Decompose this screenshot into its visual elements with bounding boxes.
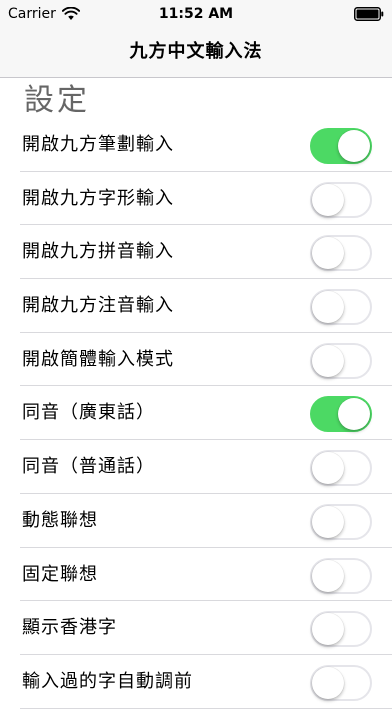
toggle-knob xyxy=(312,666,344,699)
toggle-switch[interactable] xyxy=(310,611,372,648)
toggle-switch[interactable] xyxy=(310,450,372,487)
toggle-switch[interactable] xyxy=(310,128,372,164)
toggle-switch[interactable] xyxy=(310,664,372,701)
settings-row-label: 輸入過的字自動調前 xyxy=(22,670,193,692)
page-title: 九方中文輸入法 xyxy=(129,41,263,62)
settings-row: 開啟九方拼音輸入 xyxy=(0,225,392,279)
toggle-knob xyxy=(312,613,344,646)
battery-icon xyxy=(354,7,384,21)
settings-row-label: 動態聯想 xyxy=(22,509,98,531)
toggle-switch[interactable] xyxy=(310,557,372,594)
settings-row-label: 開啟九方注音輸入 xyxy=(22,295,174,317)
toggle-switch[interactable] xyxy=(310,503,372,540)
settings-row: 固定聯想 xyxy=(0,548,392,602)
toggle-knob xyxy=(312,344,344,377)
settings-row: 開啟九方注音輸入 xyxy=(0,279,392,333)
toggle-switch[interactable] xyxy=(310,289,372,326)
toggle-knob xyxy=(338,130,370,162)
status-bar: Carrier 11:52 AM xyxy=(0,0,392,28)
settings-row: 動態聯想 xyxy=(0,494,392,548)
settings-row: 同音（廣東話） xyxy=(0,386,392,440)
section-title: 設定 xyxy=(24,83,90,118)
settings-row: 開啟九方筆劃輸入 xyxy=(0,118,392,172)
toggle-switch[interactable] xyxy=(310,235,372,272)
settings-row: 輸入過的字自動調前 xyxy=(0,655,392,709)
settings-row: 開啟九方字形輸入 xyxy=(0,172,392,226)
toggle-switch[interactable] xyxy=(310,181,372,218)
toggle-knob xyxy=(312,559,344,592)
settings-row-label: 同音（普通話） xyxy=(22,456,155,478)
toggle-knob xyxy=(312,291,344,324)
status-time: 11:52 AM xyxy=(158,6,234,22)
settings-row-label: 固定聯想 xyxy=(22,563,98,585)
settings-rows: 開啟九方筆劃輸入 開啟九方字形輸入 開啟九方拼音輸入 開啟九方注音輸入 開啟簡體輸入模式… xyxy=(0,118,392,709)
settings-list: 設定 開啟九方筆劃輸入 開啟九方字形輸入 開啟九方拼音輸入 開啟九方注音輸入 開啟簡體輸… xyxy=(0,78,392,709)
toggle-knob xyxy=(312,452,344,485)
toggle-switch[interactable] xyxy=(310,396,372,433)
toggle-switch[interactable] xyxy=(310,342,372,379)
settings-row-label: 同音（廣東話） xyxy=(22,402,155,424)
settings-row-label: 開啟簡體輸入模式 xyxy=(22,348,174,370)
toggle-knob xyxy=(312,237,344,270)
toggle-knob xyxy=(338,398,370,431)
settings-row: 顯示香港字 xyxy=(0,601,392,655)
toggle-knob xyxy=(312,505,344,538)
settings-row-label: 顯示香港字 xyxy=(22,617,117,639)
settings-row: 開啟簡體輸入模式 xyxy=(0,333,392,387)
settings-row-label: 開啟九方拼音輸入 xyxy=(22,241,174,263)
settings-row: 同音（普通話） xyxy=(0,440,392,494)
settings-row-label: 開啟九方字形輸入 xyxy=(22,187,174,209)
settings-row-label: 開啟九方筆劃輸入 xyxy=(22,134,174,155)
toggle-knob xyxy=(312,183,344,216)
navigation-bar: 九方中文輸入法 xyxy=(0,28,392,78)
